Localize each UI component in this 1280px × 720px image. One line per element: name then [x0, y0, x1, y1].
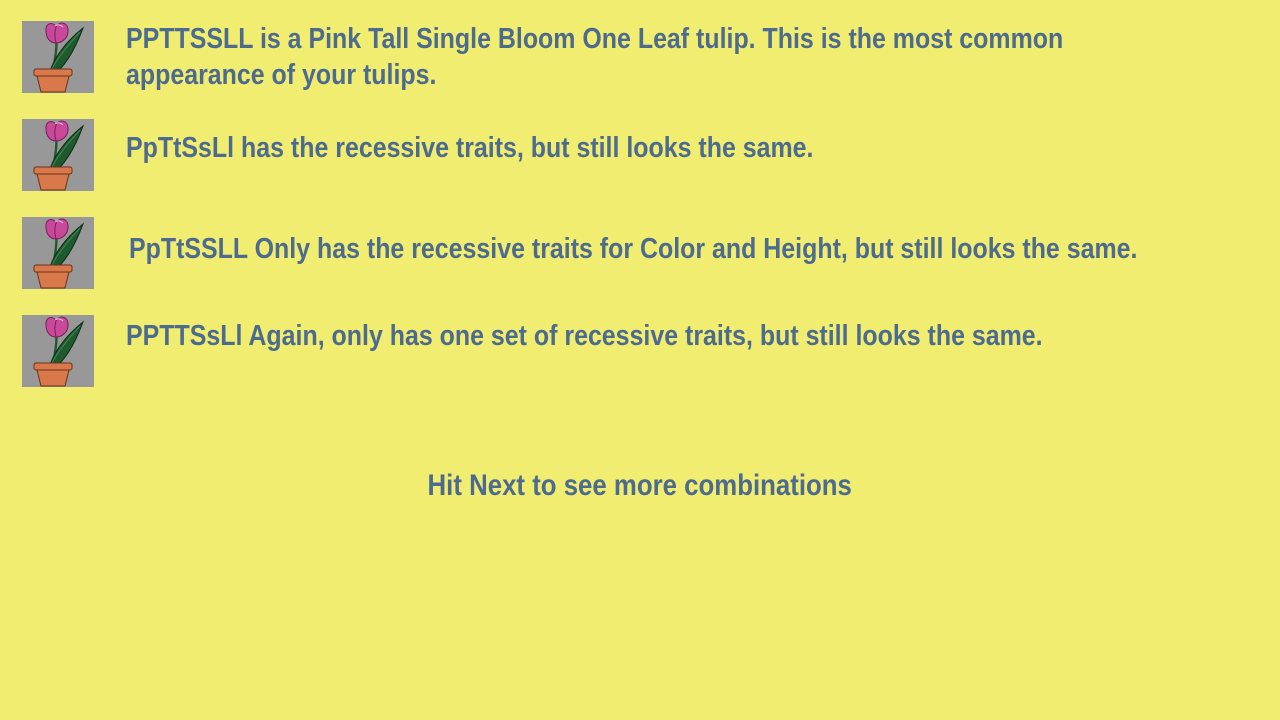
tulip-description: PpTtSsLl has the recessive traits, but s… — [126, 132, 814, 164]
tulip-pot-icon — [22, 217, 94, 289]
tulip-description: PPTTSsLl Again, only has one set of rece… — [126, 320, 1043, 352]
tulip-description: PpTtSSLL Only has the recessive traits f… — [129, 233, 1138, 265]
tulip-pot-icon — [22, 315, 94, 387]
tulip-description-line-1: PPTTSSLL is a Pink Tall Single Bloom One… — [126, 23, 1064, 55]
next-instruction-text: Hit Next to see more combinations — [427, 469, 853, 502]
tulip-description: PPTTSSLL is a Pink Tall Single Bloom One… — [126, 21, 1063, 93]
next-instruction: Hit Next to see more combinations — [0, 468, 1280, 504]
tulip-pot-icon — [22, 119, 94, 191]
tulip-pot-icon — [22, 21, 94, 93]
tulip-description-line-2: appearance of your tulips. — [126, 59, 437, 91]
